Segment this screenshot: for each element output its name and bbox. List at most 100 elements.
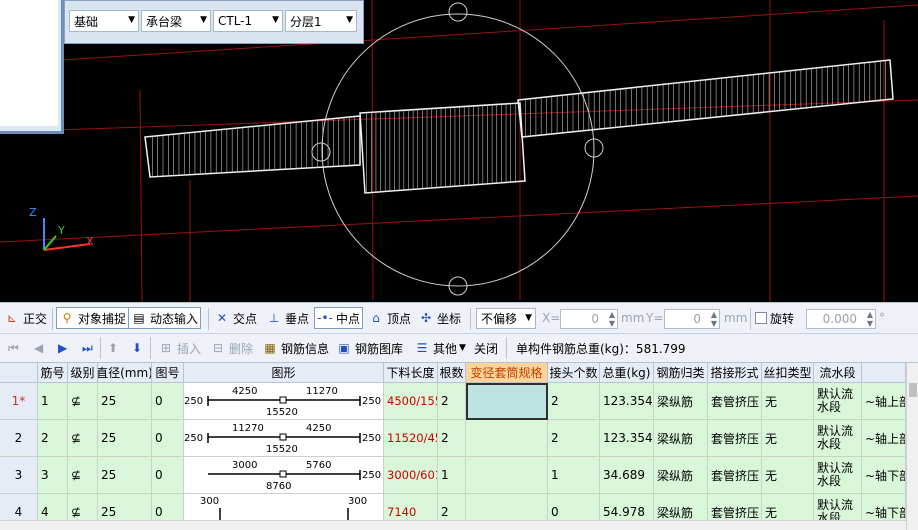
count-cell[interactable]: 2 [438,420,466,457]
thread-cell[interactable]: 无 [762,420,814,457]
axis-cell[interactable]: ~轴下部 [862,457,906,494]
column-header[interactable]: 钢筋归类 [654,363,708,383]
beam-wireframe[interactable] [144,59,894,194]
weight-cell[interactable]: 123.354 [600,383,654,420]
reducer-cell[interactable] [466,383,548,420]
vertical-scrollbar[interactable] [906,363,918,530]
row-number[interactable]: 1* [0,383,38,420]
bar-number-cell[interactable]: 2 [38,420,68,457]
spin-arrows-icon[interactable]: ▲ ▼ [711,310,717,328]
joints-cell[interactable]: 2 [548,383,600,420]
3d-viewport[interactable]: Z Y X [0,0,918,302]
last-record-icon[interactable]: ⏭ [82,337,93,359]
count-cell[interactable]: 2 [438,383,466,420]
grade-cell[interactable]: ⊈ [68,457,98,494]
grade-cell[interactable]: ⊈ [68,383,98,420]
column-header[interactable]: 接头个数 [548,363,600,383]
column-header[interactable]: 根数 [438,363,466,383]
rotate-angle-input[interactable]: 0.000 ▲ ▼ [806,309,876,329]
diameter-cell[interactable]: 25 [98,383,152,420]
cut-length-cell[interactable]: 3000/6010 [384,457,438,494]
reducer-cell[interactable] [466,457,548,494]
axis-cell[interactable]: ~轴上部 [862,420,906,457]
delete-button[interactable]: ⊟ 删除 [210,337,253,359]
joints-cell[interactable]: 1 [548,457,600,494]
rotate-checkbox[interactable]: 旋转 [755,307,794,329]
figure-number-cell[interactable]: 0 [152,420,184,457]
column-header[interactable]: 筋号 [38,363,68,383]
rebar-info-button[interactable]: ▦ 钢筋信息 [262,337,329,359]
weight-cell[interactable]: 123.354 [600,420,654,457]
category-cell[interactable]: 梁纵筋 [654,420,708,457]
spin-arrows-icon[interactable]: ▲ ▼ [609,310,615,328]
row-number[interactable]: 3 [0,457,38,494]
object-snap-button[interactable]: ⚲ 对象捕捉 [56,307,130,329]
table-row[interactable]: 22⊈2501127042501552025025011520/45002212… [0,420,906,457]
segment-cell[interactable]: 默认流水段 [814,420,862,457]
orthogonal-button[interactable]: ⊾ 正交 [4,307,47,329]
layer-dropdown[interactable]: 分层1 ▼ [285,10,357,32]
dynamic-input-button[interactable]: ▤ 动态输入 [128,307,202,329]
splice-cell[interactable]: 套管挤压 [708,457,762,494]
grade-cell[interactable]: ⊈ [68,420,98,457]
splice-cell[interactable]: 套管挤压 [708,383,762,420]
component-name-dropdown[interactable]: CTL-1 ▼ [213,10,283,32]
figure-number-cell[interactable]: 0 [152,457,184,494]
coordinate-snap-button[interactable]: ✣ 坐标 [418,307,461,329]
perpendicular-snap-button[interactable]: ⊥ 垂点 [266,307,309,329]
offset-mode-dropdown[interactable]: 不偏移 ▼ [476,308,536,329]
bar-number-cell[interactable]: 1 [38,383,68,420]
component-type-dropdown[interactable]: 承台梁 ▼ [141,10,211,32]
vertex-snap-button[interactable]: ⌂ 顶点 [368,307,411,329]
column-header[interactable]: 丝扣类型 [762,363,814,383]
insert-button[interactable]: ⊞ 插入 [158,337,201,359]
intersection-snap-button[interactable]: ✕ 交点 [214,307,257,329]
column-header[interactable]: 直径(mm) [98,363,152,383]
thread-cell[interactable]: 无 [762,383,814,420]
table-row[interactable]: 1*1⊈250425011270155202502504500/15520221… [0,383,906,420]
column-header[interactable]: 变径套筒规格 [466,363,548,383]
horizontal-scrollbar[interactable] [0,520,906,530]
cut-length-cell[interactable]: 11520/4500 [384,420,438,457]
x-coord-input[interactable]: 0 ▲ ▼ [560,309,618,329]
spin-arrows-icon[interactable]: ▲ ▼ [867,310,873,328]
bar-number-cell[interactable]: 3 [38,457,68,494]
other-menu-button[interactable]: ☰ 其他 ▼ [414,337,466,359]
model-canvas[interactable]: Z Y X [0,0,918,302]
table-row[interactable]: 33⊈2503000576087602503000/60101134.689梁纵… [0,457,906,494]
figure-number-cell[interactable]: 0 [152,383,184,420]
splice-cell[interactable]: 套管挤压 [708,420,762,457]
reducer-cell[interactable] [466,420,548,457]
joints-cell[interactable]: 2 [548,420,600,457]
first-record-icon[interactable]: ⏮ [8,337,19,359]
column-header[interactable]: 级别 [68,363,98,383]
column-header[interactable] [862,363,906,383]
cut-length-cell[interactable]: 4500/15520 [384,383,438,420]
shape-cell[interactable]: 11270 4250 15520 250 250 [184,420,384,457]
count-cell[interactable]: 1 [438,457,466,494]
column-header[interactable]: 下料长度 [384,363,438,383]
midpoint-snap-button[interactable]: -•- 中点 [314,307,364,329]
column-header[interactable]: 图形 [184,363,384,383]
weight-cell[interactable]: 34.689 [600,457,654,494]
segment-cell[interactable]: 默认流水段 [814,457,862,494]
column-header[interactable]: 图号 [152,363,184,383]
diameter-cell[interactable]: 25 [98,420,152,457]
scrollbar-thumb[interactable] [909,383,917,397]
category-cell[interactable]: 梁纵筋 [654,383,708,420]
diameter-cell[interactable]: 25 [98,457,152,494]
column-header[interactable]: 搭接形式 [708,363,762,383]
column-header[interactable]: 总重(kg) [600,363,654,383]
shape-cell[interactable]: 3000 5760 8760 250 [184,457,384,494]
move-down-icon[interactable]: ⬇ [132,337,142,359]
axis-cell[interactable]: ~轴上部 [862,383,906,420]
prev-record-icon[interactable]: ◀ [34,337,43,359]
thread-cell[interactable]: 无 [762,457,814,494]
rotation-circle[interactable] [311,2,604,296]
move-up-icon[interactable]: ⬆ [108,337,118,359]
category-cell[interactable]: 梁纵筋 [654,457,708,494]
y-coord-input[interactable]: 0 ▲ ▼ [664,309,720,329]
rebar-library-button[interactable]: ▣ 钢筋图库 [336,337,403,359]
column-header[interactable]: 流水段 [814,363,862,383]
next-record-icon[interactable]: ▶ [58,337,67,359]
